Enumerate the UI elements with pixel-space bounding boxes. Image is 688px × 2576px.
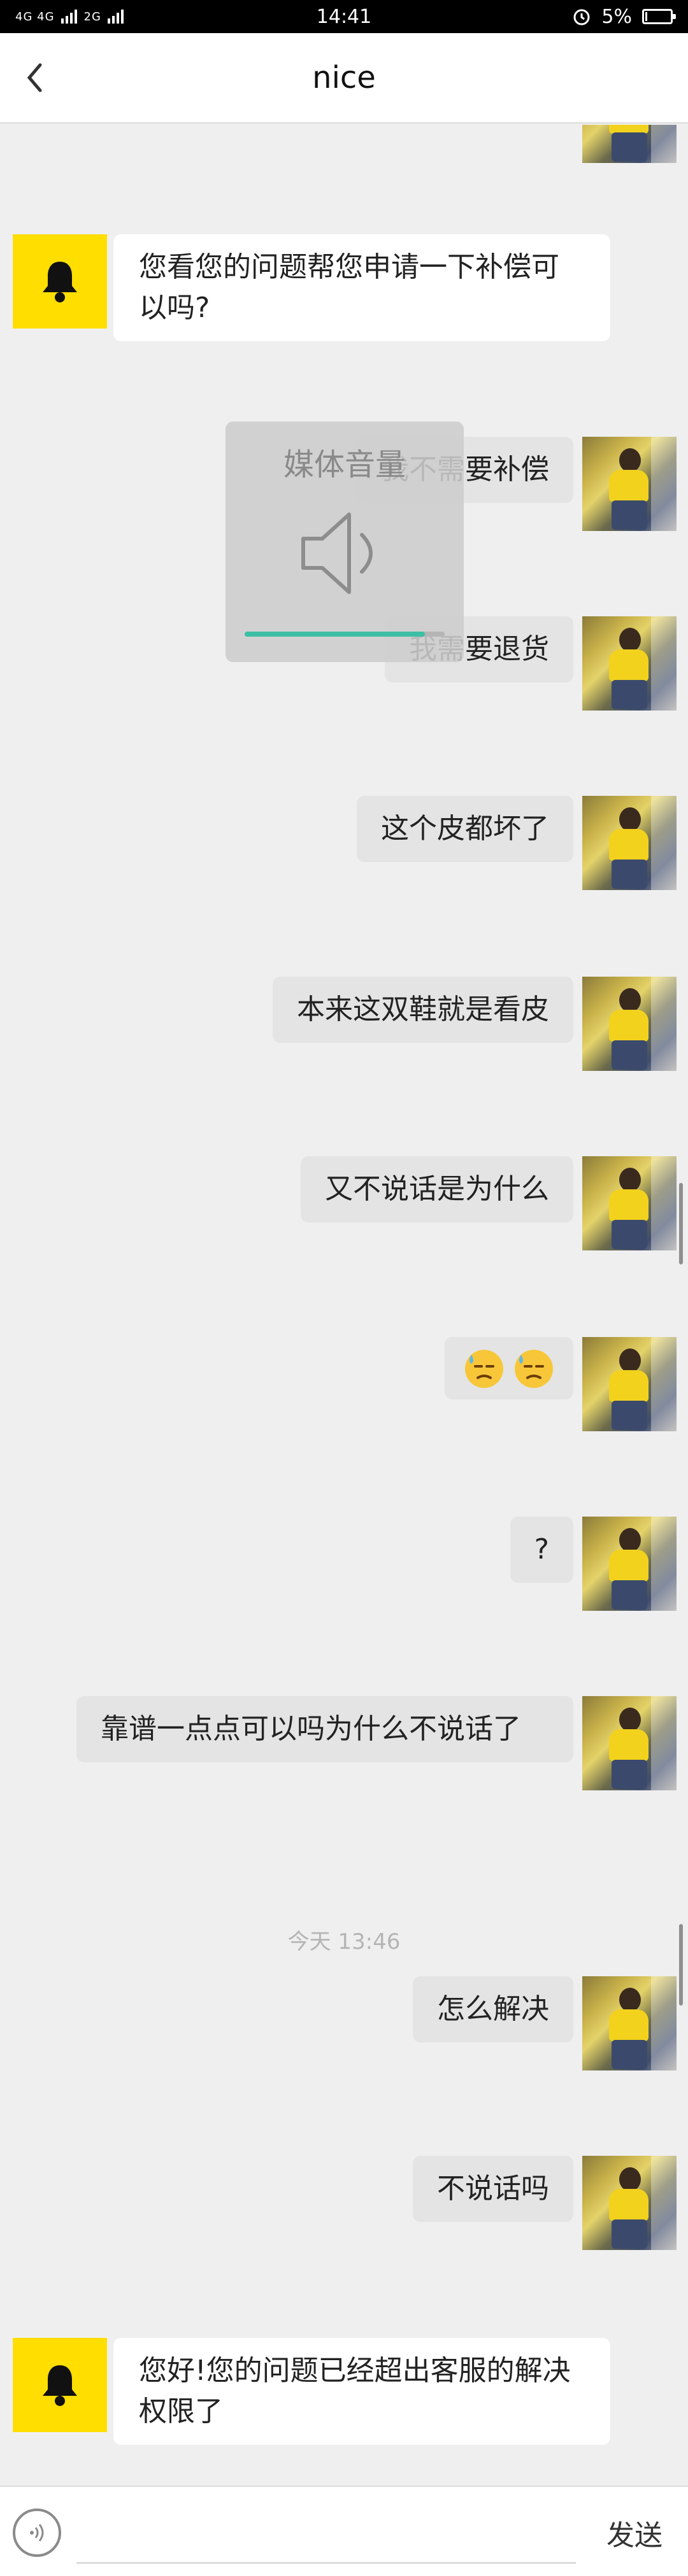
message-timestamp: 今天 13:46 xyxy=(287,1929,401,1955)
volume-label: 媒体音量 xyxy=(283,447,406,483)
user-avatar[interactable] xyxy=(582,1517,677,1611)
network-status: 4G 4G 2G xyxy=(15,10,124,24)
user-avatar[interactable] xyxy=(582,125,677,163)
user-avatar[interactable] xyxy=(582,977,677,1071)
status-bar: 4G 4G 2G 14:41 5% xyxy=(0,0,688,33)
user-avatar[interactable] xyxy=(582,1696,677,1790)
scrollbar[interactable] xyxy=(679,1183,683,1264)
alarm-icon xyxy=(573,9,590,25)
volume-slider[interactable] xyxy=(245,632,445,637)
message-bubble-outgoing[interactable]: 这个皮都坏了 xyxy=(357,796,573,862)
back-button[interactable] xyxy=(22,59,47,97)
volume-overlay: 媒体音量 xyxy=(226,421,464,662)
chat-header: nice xyxy=(0,33,688,124)
message-bubble-outgoing[interactable]: 不说话吗 xyxy=(413,2156,573,2222)
bot-avatar[interactable] xyxy=(13,2338,107,2432)
user-avatar[interactable] xyxy=(582,796,677,890)
message-bubble-outgoing[interactable]: ? xyxy=(510,1517,573,1583)
voice-icon xyxy=(30,2524,44,2542)
battery-icon xyxy=(642,9,676,24)
voice-button[interactable] xyxy=(13,2509,61,2557)
scrollbar[interactable] xyxy=(679,1924,683,2006)
user-avatar[interactable] xyxy=(582,1976,677,2070)
message-bubble-outgoing[interactable]: 靠谱一点点可以吗为什么不说话了 xyxy=(76,1696,573,1762)
user-avatar[interactable] xyxy=(582,616,677,711)
bell-icon xyxy=(43,2365,77,2406)
battery-percent: 5% xyxy=(601,5,632,28)
user-avatar[interactable] xyxy=(582,1156,677,1250)
input-bar: 发送 xyxy=(0,2486,688,2576)
message-bubble-incoming[interactable]: 您看您的问题帮您申请一下补偿可以吗? xyxy=(113,234,610,341)
bell-icon xyxy=(43,262,77,302)
chat-title: nice xyxy=(312,60,376,96)
signal-icon xyxy=(61,10,77,24)
network-label-primary: 4G 4G xyxy=(15,10,55,24)
message-bubble-outgoing[interactable]: 又不说话是为什么 xyxy=(301,1156,573,1222)
signal-icon-2 xyxy=(107,10,124,24)
network-label-secondary: 2G xyxy=(83,10,101,24)
chevron-left-icon xyxy=(27,63,42,92)
message-bubble-outgoing[interactable]: 本来这双鞋就是看皮 xyxy=(273,977,573,1043)
user-avatar[interactable] xyxy=(582,2156,677,2250)
sweat-face-icon xyxy=(465,1350,503,1388)
bot-avatar[interactable] xyxy=(13,234,107,329)
message-bubble-incoming[interactable]: 您好!您的问题已经超出客服的解决权限了 xyxy=(113,2338,610,2445)
user-avatar[interactable] xyxy=(582,437,677,531)
user-avatar[interactable] xyxy=(582,1337,677,1431)
message-bubble-outgoing[interactable]: 怎么解决 xyxy=(413,1976,573,2042)
speaker-icon xyxy=(301,513,373,594)
message-input[interactable] xyxy=(76,2503,576,2564)
send-button[interactable]: 发送 xyxy=(606,2512,663,2553)
message-bubble-emoji[interactable] xyxy=(445,1337,573,1399)
sweat-face-icon xyxy=(515,1350,553,1388)
